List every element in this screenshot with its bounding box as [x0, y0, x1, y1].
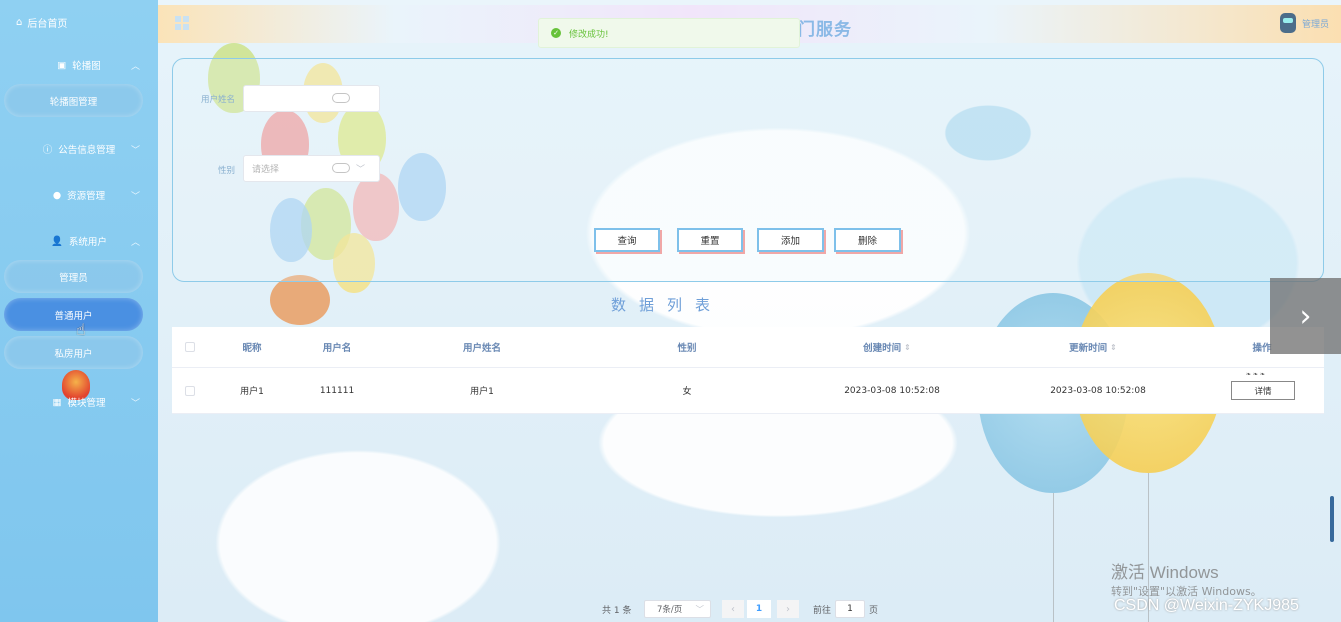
chevron-down-icon: ﹀ — [130, 398, 140, 409]
column-header-created[interactable]: 创建时间 ⇕ — [832, 327, 942, 367]
username-input[interactable] — [243, 85, 380, 112]
cloud-icon — [332, 163, 350, 173]
chevron-up-icon: ︿ — [130, 237, 140, 248]
next-slide-button[interactable]: › — [1270, 278, 1341, 354]
column-header-updated[interactable]: 更新时间 ⇕ — [1038, 327, 1148, 367]
column-header-username: 用户名 — [322, 343, 352, 354]
sidebar-group-label: 公告信息管理 — [58, 145, 116, 156]
table-header-row: 昵称 用户名 用户姓名 性别 创建时间 ⇕ 更新时间 ⇕ 操作 — [172, 327, 1324, 368]
cell-gender: 女 — [682, 387, 692, 397]
sidebar-group-modules[interactable]: ▦ 模块管理 ﹀ — [0, 390, 158, 414]
chevron-down-icon: ﹀ — [695, 605, 704, 615]
watermark-line1: 激活 Windows — [1111, 563, 1219, 582]
gender-label: 性别 — [218, 166, 236, 176]
sidebar-group-label: 系统用户 — [68, 237, 107, 248]
sidebar-group-label: 模块管理 — [67, 398, 106, 409]
sidebar-group-system-users[interactable]: 👤 系统用户 ︿ — [0, 229, 158, 253]
chevron-down-icon: ﹀ — [130, 191, 140, 202]
robot-avatar-icon — [1279, 13, 1296, 33]
cell-realname: 用户1 — [470, 387, 494, 397]
menu-toggle-icon[interactable] — [175, 16, 189, 30]
sidebar-item-label: 私房用户 — [54, 348, 93, 360]
username-label: 用户姓名 — [201, 95, 236, 105]
sidebar-group-label: 轮播图 — [72, 61, 101, 72]
sidebar-item-private-users[interactable]: 私房用户 — [4, 336, 143, 369]
chevron-right-icon: › — [1299, 298, 1312, 334]
sidebar-home-label: 后台首页 — [27, 19, 68, 30]
csdn-watermark: CSDN @Weixin-ZYKJ985 — [1114, 597, 1299, 614]
sort-icon[interactable]: ⇕ — [1110, 343, 1117, 352]
pagination-total: 共 1 条 — [602, 605, 632, 616]
sidebar-group-resources[interactable]: ● 资源管理 ﹀ — [0, 183, 158, 207]
sidebar-item-carousel-management[interactable]: 轮播图管理 — [4, 84, 143, 117]
page-suffix: 页 — [869, 605, 879, 616]
goto-label: 前往 — [813, 605, 832, 616]
gender-placeholder: 请选择 — [252, 165, 280, 175]
user-label: 管理员 — [1301, 19, 1329, 30]
sidebar: ⌂ 后台首页 ▣ 轮播图 ︿ 轮播图管理 ⓘ 公告信息管理 ﹀ ● 资源管理 ﹀… — [0, 0, 158, 622]
chevron-left-icon: ‹ — [731, 603, 735, 615]
girl-figure — [270, 275, 330, 325]
cell-nickname: 用户1 — [240, 387, 264, 397]
prev-page-button[interactable]: ‹ — [722, 600, 744, 618]
detail-button[interactable]: 详情 — [1231, 371, 1295, 400]
column-header-nickname: 昵称 — [242, 343, 262, 354]
cell-username: 111111 — [319, 385, 355, 396]
toast-message: 修改成功! — [569, 29, 609, 40]
section-title: 数据列表 — [611, 296, 724, 314]
sidebar-group-carousel[interactable]: ▣ 轮播图 ︿ — [0, 53, 158, 77]
delete-button[interactable]: 删除 — [834, 228, 901, 252]
column-header-gender: 性别 — [677, 343, 697, 354]
sidebar-item-regular-users[interactable]: 普通用户 — [4, 298, 143, 331]
sidebar-item-label: 轮播图管理 — [49, 96, 98, 108]
grid-icon: ▦ — [52, 396, 62, 408]
reset-button[interactable]: 重置 — [677, 228, 743, 252]
gender-select[interactable]: 请选择 ﹀ — [243, 155, 380, 182]
chevron-right-icon: › — [786, 603, 790, 615]
query-button[interactable]: 查询 — [594, 228, 660, 252]
page-number-current[interactable]: 1 — [747, 600, 771, 618]
success-toast: ✓ 修改成功! — [538, 18, 800, 48]
home-icon: ⌂ — [16, 17, 23, 28]
check-circle-icon: ✓ — [551, 28, 561, 38]
sidebar-item-admin[interactable]: 管理员 — [4, 260, 143, 293]
scrollbar-thumb[interactable] — [1330, 496, 1334, 542]
location-icon: ● — [52, 189, 62, 201]
info-icon: ⓘ — [42, 145, 53, 156]
table-row: 用户1 111111 用户1 女 2023-03-08 10:52:08 202… — [172, 368, 1324, 414]
sidebar-group-announcements[interactable]: ⓘ 公告信息管理 ﹀ — [0, 137, 158, 161]
page-size-select[interactable]: 7条/页 ﹀ — [644, 600, 711, 618]
image-icon: ▣ — [57, 59, 67, 71]
sidebar-home[interactable]: ⌂ 后台首页 — [16, 15, 67, 30]
chevron-up-icon: ︿ — [130, 61, 140, 72]
data-table: 昵称 用户名 用户姓名 性别 创建时间 ⇕ 更新时间 ⇕ 操作 用户1 111111… — [172, 327, 1324, 414]
sidebar-group-label: 资源管理 — [67, 191, 106, 202]
cell-created: 2023-03-08 10:52:08 — [844, 385, 940, 396]
cell-updated: 2023-03-08 10:52:08 — [1050, 385, 1146, 396]
sidebar-item-label: 管理员 — [59, 272, 88, 284]
cloud-icon — [332, 93, 350, 103]
row-checkbox[interactable] — [185, 385, 195, 396]
next-page-button[interactable]: › — [777, 600, 799, 618]
windows-activation-watermark: 激活 Windows 转到"设置"以激活 Windows。 — [1111, 558, 1262, 599]
sidebar-item-label: 普通用户 — [54, 310, 93, 322]
select-all-checkbox[interactable] — [185, 342, 195, 352]
user-icon: 👤 — [51, 235, 63, 247]
chevron-down-icon: ﹀ — [356, 165, 366, 175]
add-button[interactable]: 添加 — [757, 228, 824, 252]
user-menu[interactable]: 管理员 — [1279, 13, 1329, 33]
column-header-realname: 用户姓名 — [462, 343, 501, 354]
chevron-down-icon: ﹀ — [130, 145, 140, 156]
sort-icon[interactable]: ⇕ — [904, 343, 911, 352]
mouse-cursor-icon: ☝ — [76, 320, 86, 339]
site-title: 门服务 — [798, 20, 852, 40]
goto-page-input[interactable]: 1 — [835, 600, 865, 618]
